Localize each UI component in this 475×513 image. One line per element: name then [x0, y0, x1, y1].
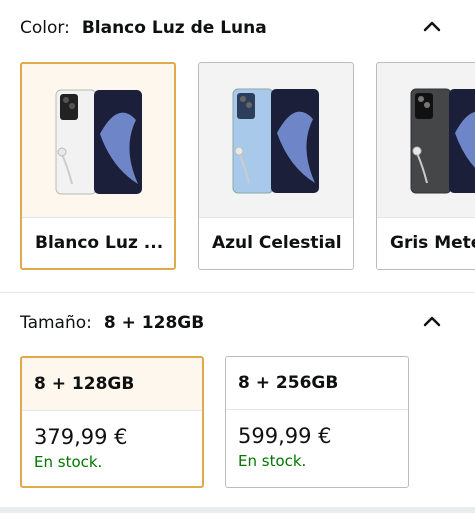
- size-option-title: 8 + 256GB: [226, 357, 408, 410]
- color-option-label: Azul Celestial: [199, 217, 353, 269]
- section-divider: [0, 292, 475, 293]
- phone-image: [232, 88, 319, 194]
- color-option-gris[interactable]: Gris Mete: [376, 62, 475, 270]
- stock-status: En stock.: [34, 453, 103, 471]
- color-selected-value: Blanco Luz de Luna: [81, 18, 267, 38]
- color-option-azul[interactable]: Azul Celestial: [198, 62, 354, 270]
- chevron-up-icon[interactable]: [419, 309, 445, 335]
- size-option-price: 599,99 €: [238, 424, 332, 448]
- color-option-blanco[interactable]: Blanco Luz ...: [20, 62, 176, 270]
- size-option-256gb[interactable]: 8 + 256GB 599,99 € En stock.: [225, 356, 409, 488]
- color-label: Color:: [20, 18, 70, 38]
- phone-image: [410, 88, 475, 194]
- color-option-label: Gris Mete: [377, 217, 475, 269]
- size-option-title: 8 + 128GB: [22, 358, 202, 411]
- size-label: Tamaño:: [20, 313, 92, 333]
- stock-status: En stock.: [238, 452, 307, 470]
- size-option-128gb[interactable]: 8 + 128GB 379,99 € En stock.: [20, 356, 204, 488]
- phone-image: [55, 89, 142, 195]
- chevron-up-icon[interactable]: [419, 14, 445, 40]
- size-section-header[interactable]: Tamaño: 8 + 128GB: [20, 313, 455, 333]
- color-section-header[interactable]: Color: Blanco Luz de Luna: [20, 18, 455, 38]
- size-selected-value: 8 + 128GB: [103, 313, 205, 333]
- size-option-price: 379,99 €: [34, 425, 128, 449]
- color-option-label: Blanco Luz ...: [22, 217, 174, 268]
- bottom-divider: [0, 507, 475, 513]
